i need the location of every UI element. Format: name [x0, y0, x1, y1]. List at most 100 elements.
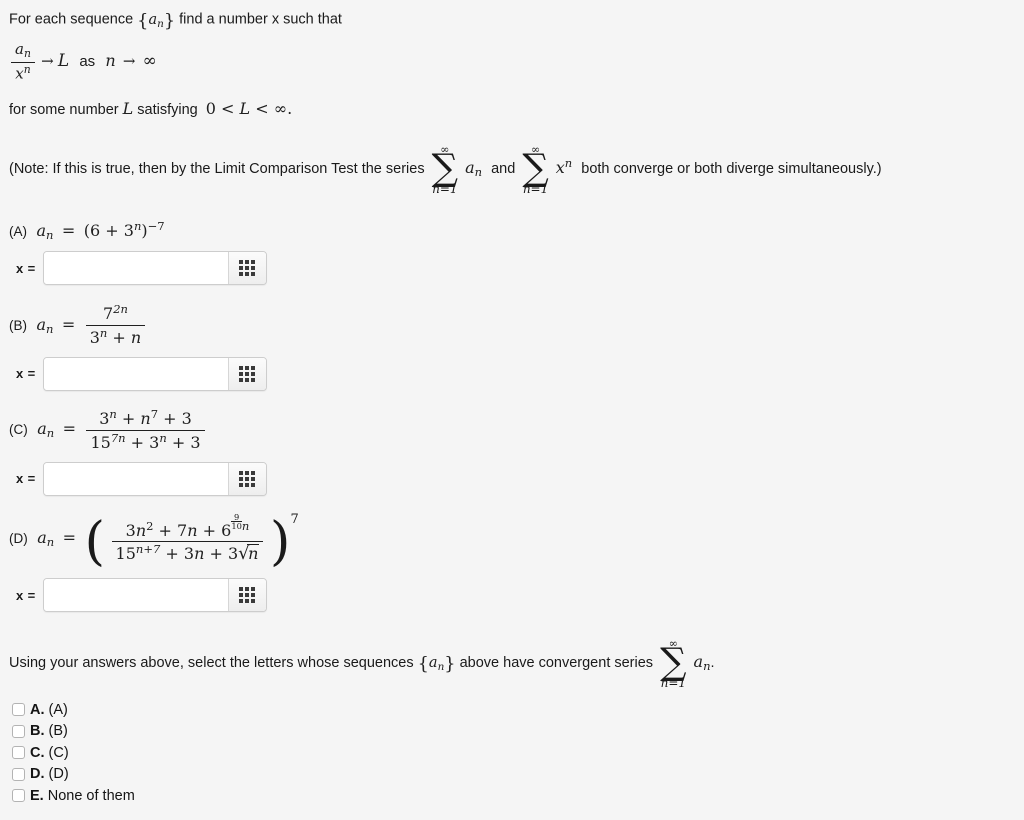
summation-2-sigma: ∑ — [522, 146, 549, 190]
part-d-equals: = — [62, 527, 77, 547]
problem-page: For each sequence {an} find a number x s… — [0, 0, 1024, 807]
part-a-lhs: an — [36, 220, 54, 243]
summation-2-lower-limit: n=1 — [522, 181, 549, 196]
part-d-lhs: an — [37, 527, 55, 549]
final-text-before: Using your answers above, select the let… — [9, 655, 414, 672]
grid-icon — [239, 260, 256, 277]
as-word: as — [79, 53, 96, 70]
choice-a-label: (A) — [48, 701, 68, 718]
note-line: (Note: If this is true, then by the Limi… — [7, 118, 1024, 195]
part-a-formula: (6 + 3n)−7 — [83, 218, 165, 240]
checkbox-d[interactable] — [12, 767, 25, 781]
checkbox-e[interactable] — [12, 789, 25, 803]
checkbox-b[interactable] — [12, 724, 25, 738]
part-c-label: (C) — [9, 422, 28, 438]
part-d-x-label: x = — [16, 587, 36, 603]
summation-1-lower-limit: n=1 — [432, 181, 458, 196]
choice-a[interactable]: A. (A) — [12, 699, 1024, 721]
choice-e-key: E. — [30, 787, 44, 804]
choice-b[interactable]: B. (B) — [12, 721, 1024, 743]
choice-c-text: C. (C) — [30, 745, 69, 761]
choice-d-key: D. — [30, 766, 45, 783]
L-condition: 0 < L < ∞. — [205, 99, 293, 119]
part-a-label: (A) — [9, 223, 27, 239]
choice-d[interactable]: D. (D) — [12, 764, 1024, 786]
part-b-input-wrap[interactable] — [42, 356, 267, 391]
final-summation-sigma: ∑ — [660, 640, 687, 684]
part-b-equation: (B) an = 72n 3n + n — [9, 302, 1024, 348]
for-some-line: for some number L satisfying 0 < L < ∞. — [7, 87, 1024, 118]
choice-b-label: (B) — [48, 723, 68, 740]
part-d-answer-input[interactable] — [43, 579, 228, 612]
choice-d-label: (D) — [48, 766, 69, 783]
part-d-equation: (D) an = ( 3n2 + 7n + 6 9 10 n 15n+7 + 3n +… — [9, 512, 1024, 568]
part-d: (D) an = ( 3n2 + 7n + 6 9 10 n 15n+7 + 3n +… — [7, 512, 1024, 613]
part-d-fraction: 3n2 + 7n + 6910n 15n+7 + 3n + 3n — [111, 512, 264, 564]
choice-d-text: D. (D) — [30, 766, 69, 782]
part-c-grid-button[interactable] — [227, 462, 266, 495]
note-text-after: both converge or both diverge simultaneo… — [581, 161, 882, 178]
part-b-fraction: 72n 3n + n — [85, 302, 146, 348]
choice-a-key: A. — [30, 701, 45, 718]
part-c-x-label: x = — [16, 471, 36, 486]
part-d-label: (D) — [9, 530, 28, 546]
for-some-L: L — [122, 99, 134, 119]
part-d-denominator: 15n+7 + 3n + 3n — [111, 541, 264, 564]
part-c-input-wrap[interactable] — [42, 461, 267, 496]
arrow2-icon: → — [122, 52, 136, 70]
for-some-text-a: for some number — [9, 102, 119, 119]
part-c-equation: (C) an = 3n + n7 + 3 157n + 3n + 3 — [9, 407, 1024, 453]
choice-c[interactable]: C. (C) — [12, 742, 1024, 764]
part-b: (B) an = 72n 3n + n x = — [7, 302, 1024, 391]
part-c-answer-row: x = — [9, 461, 1024, 496]
final-summation-body: an — [693, 652, 711, 674]
summation-2: ∞ ∑ n=1 — [522, 144, 548, 195]
checkbox-a[interactable] — [12, 703, 25, 717]
choice-b-key: B. — [30, 723, 45, 740]
part-c-fraction: 3n + n7 + 3 157n + 3n + 3 — [86, 407, 205, 453]
part-a-answer-input[interactable] — [43, 252, 228, 285]
choice-e[interactable]: E. None of them — [12, 785, 1024, 807]
summation-1: ∞ ∑ n=1 — [432, 144, 458, 195]
prompt-text-b: find a number x such that — [179, 11, 342, 28]
sequence-notation: {an} — [137, 11, 176, 31]
part-a-equals: = — [61, 220, 76, 240]
final-question-line: Using your answers above, select the let… — [7, 612, 1024, 689]
part-c-denominator: 157n + 3n + 3 — [86, 429, 205, 453]
part-c-answer-input[interactable] — [43, 462, 228, 495]
part-c-equals: = — [62, 419, 77, 439]
n-variable: n — [105, 51, 116, 70]
part-b-x-label: x = — [16, 366, 36, 382]
part-a: (A) an = (6 + 3n)−7 x = — [7, 219, 1024, 286]
summation-1-sigma: ∑ — [431, 146, 459, 190]
part-b-answer-input[interactable] — [43, 357, 228, 390]
final-text-mid: above have convergent series — [459, 655, 654, 672]
part-a-input-wrap[interactable] — [42, 251, 267, 286]
summation-2-body: xn — [555, 156, 573, 178]
limit-numerator: an — [15, 40, 31, 61]
limit-L: L — [57, 51, 70, 71]
part-b-lhs: an — [36, 314, 54, 336]
checkbox-c[interactable] — [12, 746, 25, 760]
part-a-grid-button[interactable] — [227, 252, 266, 285]
choice-e-text: E. None of them — [30, 788, 135, 804]
grid-icon — [239, 587, 256, 604]
part-b-equals: = — [61, 314, 76, 334]
infinity-symbol: ∞ — [142, 51, 157, 71]
limit-expression-line: an xn → L as n → ∞ — [7, 31, 1024, 87]
part-a-equation: (A) an = (6 + 3n)−7 — [9, 219, 1024, 242]
part-d-grid-button[interactable] — [227, 579, 266, 612]
choice-c-key: C. — [30, 744, 45, 761]
part-b-grid-button[interactable] — [227, 357, 266, 390]
part-c: (C) an = 3n + n7 + 3 157n + 3n + 3 x = — [7, 407, 1024, 496]
part-d-input-wrap[interactable] — [42, 578, 267, 613]
part-d-answer-row: x = — [9, 578, 1024, 613]
part-a-x-label: x = — [16, 260, 36, 276]
final-period: . — [710, 655, 715, 672]
part-a-answer-row: x = — [9, 251, 1024, 286]
part-d-close-paren: ) — [269, 510, 291, 572]
choice-c-label: (C) — [48, 744, 69, 761]
limit-fraction: an xn — [11, 40, 35, 83]
part-b-answer-row: x = — [9, 356, 1024, 391]
part-b-label: (B) — [9, 317, 27, 333]
